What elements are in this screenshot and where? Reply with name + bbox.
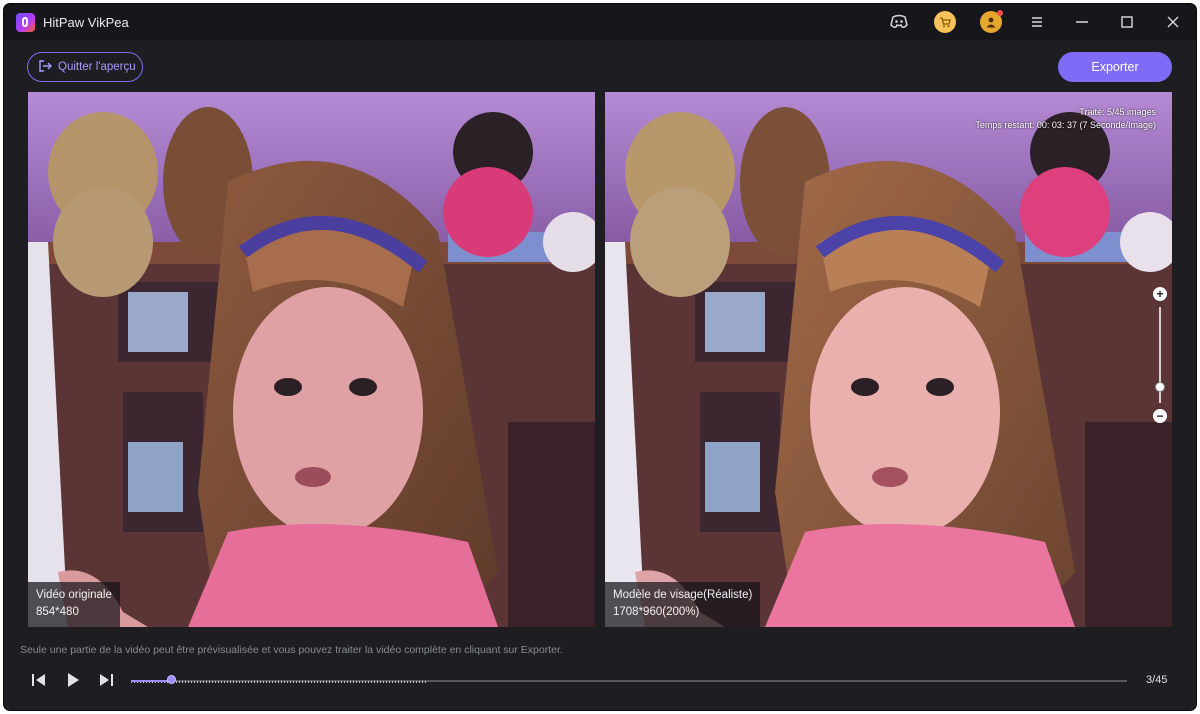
maximize-icon[interactable] (1115, 10, 1139, 34)
export-button[interactable]: Exporter (1058, 52, 1172, 82)
next-frame-icon[interactable] (94, 668, 118, 692)
cart-icon[interactable] (933, 10, 957, 34)
enhanced-title: Modèle de visage(Réaliste) (613, 589, 753, 601)
minimize-icon[interactable] (1070, 10, 1094, 34)
enhanced-video-panel: Traité: 5/45 images Temps restant: 00: 0… (605, 92, 1172, 627)
quit-preview-label: Quitter l'aperçu (58, 61, 136, 73)
original-caption: Vidéo originale 854*480 (28, 582, 120, 627)
quit-preview-button[interactable]: Quitter l'aperçu (27, 52, 143, 82)
timeline-slider[interactable] (131, 675, 1127, 686)
enhanced-caption: Modèle de visage(Réaliste) 1708*960(200%… (605, 582, 761, 627)
notification-dot (997, 10, 1003, 16)
processed-frames: Traité: 5/45 images (1079, 107, 1156, 117)
original-video-panel: Vidéo originale 854*480 (28, 92, 595, 627)
processing-status: Traité: 5/45 images Temps restant: 00: 0… (975, 106, 1156, 132)
play-icon[interactable] (61, 668, 85, 692)
title-bar: HitPaw VikPea (4, 4, 1196, 40)
enhanced-video-frame (605, 92, 1172, 627)
zoom-handle[interactable] (1155, 381, 1165, 392)
menu-icon[interactable] (1025, 10, 1049, 34)
original-resolution: 854*480 (36, 606, 79, 618)
enhanced-resolution: 1708*960(200%) (613, 606, 700, 618)
app-logo-icon (16, 13, 35, 32)
zoom-in-button[interactable]: + (1153, 287, 1167, 301)
timeline-progress (131, 680, 171, 682)
frame-counter: 3/45 (1146, 674, 1168, 686)
close-icon[interactable] (1161, 10, 1185, 34)
timeline-playhead[interactable] (167, 675, 176, 684)
exit-icon (38, 59, 52, 76)
app-title: HitPaw VikPea (43, 15, 129, 30)
zoom-slider[interactable]: + − (1153, 287, 1167, 423)
time-remaining: Temps restant: 00: 03: 37 (7 Seconde/Ima… (975, 120, 1156, 130)
discord-icon[interactable] (887, 10, 911, 34)
preview-note: Seule une partie de la vidéo peut être p… (20, 644, 563, 656)
original-title: Vidéo originale (36, 589, 112, 601)
user-icon[interactable] (979, 10, 1003, 34)
app-window: HitPaw VikPea Quitter l'aperçu Exporter (4, 4, 1196, 710)
previous-frame-icon[interactable] (27, 668, 51, 692)
original-video-frame (28, 92, 595, 627)
zoom-out-button[interactable]: − (1153, 409, 1167, 423)
